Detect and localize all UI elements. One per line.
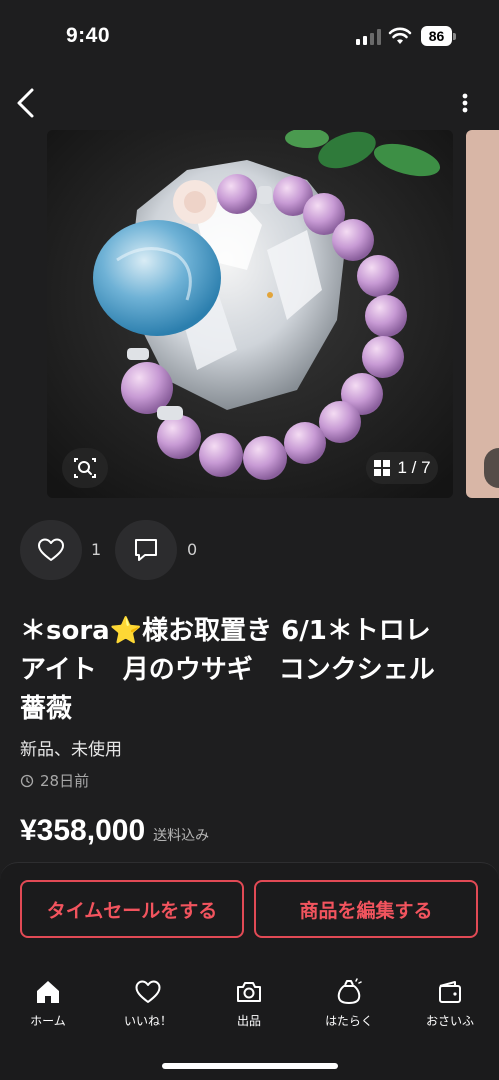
- next-image-search-button[interactable]: [484, 448, 499, 488]
- tab-sell[interactable]: 出品: [209, 978, 289, 1034]
- work-bag-icon: [337, 978, 362, 1004]
- home-icon: [37, 981, 59, 1003]
- status-bar: 9:40 86: [0, 0, 499, 76]
- item-price: ¥358,000: [20, 814, 146, 847]
- wifi-icon: [388, 27, 412, 44]
- page-counter-text: 1 / 7: [397, 458, 431, 477]
- grid-icon: [374, 460, 391, 476]
- like-button[interactable]: [20, 520, 82, 580]
- tab-home[interactable]: ホーム: [8, 978, 88, 1034]
- tab-work[interactable]: はたらく: [309, 978, 389, 1034]
- lens-search-icon: [74, 458, 96, 478]
- tab-wallet[interactable]: おさいふ: [410, 978, 490, 1034]
- tab-label: はたらく: [325, 1014, 373, 1028]
- photo-page-counter[interactable]: 1 / 7: [366, 452, 438, 484]
- battery-icon: 86: [421, 26, 456, 46]
- cellular-signal-icon: [356, 29, 382, 45]
- item-title-line: ＊sora⭐️様お取置き 6/1＊トロレ: [20, 616, 431, 646]
- item-title-line: 薔薇: [20, 694, 73, 724]
- wallet-icon: [439, 981, 461, 1003]
- item-condition: 新品、未使用: [20, 740, 122, 760]
- item-title: ＊sora⭐️様お取置き 6/1＊トロレ アイト 月のウサギ コンクシェル 薔薇: [20, 612, 480, 729]
- posted-time-text: 28日前: [40, 772, 90, 790]
- tab-label: ホーム: [30, 1014, 66, 1028]
- comment-count: 0: [187, 540, 198, 559]
- price-row: ¥358,000 送料込み: [20, 814, 209, 848]
- shipping-label: 送料込み: [153, 828, 210, 844]
- next-photo-preview[interactable]: [466, 130, 499, 498]
- tab-label: 出品: [236, 1014, 261, 1028]
- tab-label: おさいふ: [425, 1014, 474, 1028]
- time-sale-button[interactable]: タイムセールをする: [20, 880, 244, 938]
- comment-icon: [135, 539, 157, 561]
- heart-icon: [135, 980, 161, 1003]
- comment-button[interactable]: [115, 520, 177, 580]
- bracelet-photo-illustration: [47, 130, 453, 498]
- more-options-icon[interactable]: [452, 88, 478, 118]
- product-photo[interactable]: [47, 130, 453, 498]
- item-title-line: アイト 月のウサギ コンクシェル: [20, 655, 435, 685]
- tab-label: いいね！: [123, 1014, 172, 1028]
- status-time: 9:40: [66, 24, 111, 47]
- back-chevron-icon[interactable]: [10, 84, 44, 122]
- like-count: 1: [91, 540, 102, 559]
- tab-likes[interactable]: いいね！: [108, 978, 188, 1034]
- heart-icon: [38, 538, 64, 561]
- clock-icon: [20, 774, 34, 787]
- posted-time: 28日前: [20, 770, 89, 791]
- edit-item-button[interactable]: 商品を編集する: [254, 880, 478, 938]
- camera-icon: [237, 982, 261, 1002]
- home-indicator[interactable]: [162, 1063, 338, 1069]
- image-carousel[interactable]: [0, 130, 499, 500]
- image-search-button[interactable]: [62, 448, 108, 488]
- battery-level: 86: [421, 26, 452, 46]
